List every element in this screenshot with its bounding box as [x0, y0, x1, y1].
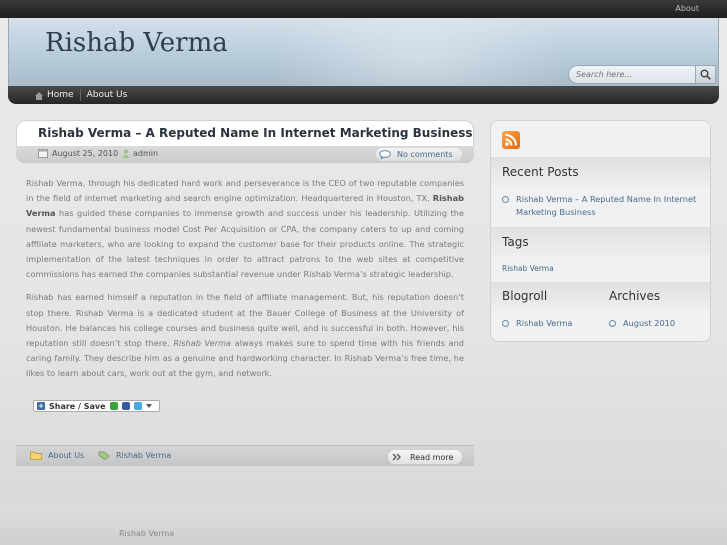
post-title-box: Rishab Verma – A Reputed Name In Interne…	[16, 120, 474, 147]
facebook-icon	[121, 402, 130, 410]
site-header: Rishab Verma	[8, 18, 719, 86]
user-icon	[122, 149, 130, 158]
chevron-down-icon	[145, 403, 152, 408]
archive-link[interactable]: August 2010	[623, 317, 675, 330]
bullet-icon	[609, 320, 616, 327]
nav-home-label: Home	[47, 89, 74, 100]
rss-glyph	[505, 134, 517, 146]
blogroll-item[interactable]: Rishab Verma	[502, 317, 572, 330]
search-button[interactable]	[695, 66, 715, 83]
nav-home[interactable]: Home	[28, 86, 80, 104]
site-title[interactable]: Rishab Verma	[45, 28, 228, 58]
tags-heading: Tags	[502, 235, 529, 249]
post-paragraph: Rishab Verma, through his dedicated hard…	[26, 178, 464, 280]
tag-link[interactable]: Rishab Verma	[116, 451, 171, 460]
post-date-text: August 25, 2010	[52, 149, 119, 158]
footer	[0, 505, 727, 545]
search-icon	[700, 69, 711, 80]
home-icon	[35, 91, 43, 100]
share-plus-icon: +	[37, 402, 45, 410]
share-save-button[interactable]: + Share / Save	[33, 400, 160, 412]
footer-text: Rishab Verma	[119, 529, 175, 538]
post-body: Rishab Verma, through his dedicated hard…	[26, 176, 464, 390]
calendar-icon	[38, 149, 48, 158]
email-share-icon	[109, 402, 118, 410]
search-box	[568, 65, 716, 84]
tag-icon	[98, 451, 110, 460]
bullet-icon	[502, 196, 509, 203]
post-date: August 25, 2010	[38, 149, 118, 158]
main-nav: Home About Us	[8, 86, 719, 104]
blogroll-link[interactable]: Rishab Verma	[516, 317, 572, 330]
bullet-icon	[502, 320, 509, 327]
search-input[interactable]	[569, 66, 694, 83]
comments-text: No comments	[397, 150, 453, 159]
folder-icon	[30, 451, 42, 460]
comments-link[interactable]: No comments	[376, 148, 462, 161]
read-more-label: Read more	[410, 452, 454, 462]
category-link[interactable]: About Us	[48, 451, 84, 460]
read-more-button[interactable]: Read more	[388, 450, 462, 464]
recent-posts-heading: Recent Posts	[502, 165, 579, 179]
post-category: About Us	[30, 451, 84, 460]
comment-icon	[379, 150, 391, 159]
twitter-icon	[133, 402, 142, 410]
rss-icon[interactable]	[502, 131, 520, 149]
archive-item[interactable]: August 2010	[609, 317, 675, 330]
top-about-link[interactable]: About	[675, 4, 699, 13]
share-label: Share / Save	[49, 401, 106, 411]
double-chevron-right-icon	[392, 453, 401, 461]
top-bar: About	[0, 0, 727, 18]
nav-about-us-label: About Us	[86, 89, 128, 100]
post-author: admin	[122, 149, 158, 158]
post-title[interactable]: Rishab Verma – A Reputed Name In Interne…	[38, 126, 473, 140]
sidebar: Recent Posts Rishab Verma – A Reputed Na…	[490, 120, 711, 342]
archives-heading: Archives	[609, 289, 661, 303]
tag-cloud-item[interactable]: Rishab Verma	[502, 262, 554, 275]
post-tag: Rishab Verma	[98, 451, 171, 460]
recent-post-item[interactable]: Rishab Verma – A Reputed Name In Interne…	[502, 193, 702, 219]
post-footer: About Us Rishab Verma Read more	[16, 445, 474, 466]
post-meta: August 25, 2010 admin No comments	[16, 146, 474, 163]
blogroll-heading: Blogroll	[502, 289, 548, 303]
post-author-text[interactable]: admin	[133, 149, 158, 158]
recent-post-link[interactable]: Rishab Verma – A Reputed Name In Interne…	[516, 193, 702, 219]
post-paragraph: Rishab has earned himself a reputation i…	[26, 292, 464, 379]
nav-about-us[interactable]: About Us	[81, 86, 134, 104]
